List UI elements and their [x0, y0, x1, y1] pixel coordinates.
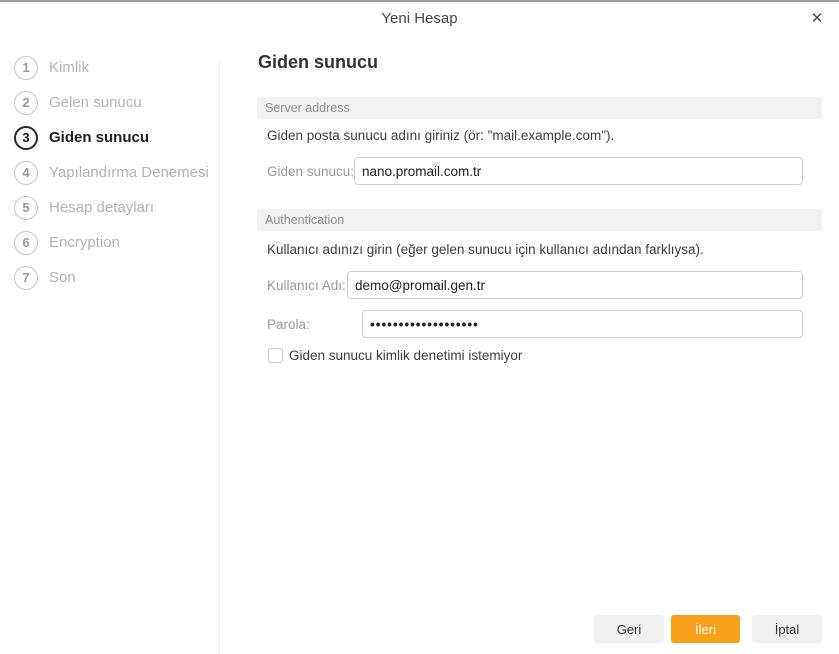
- sidebar-divider: [219, 60, 220, 654]
- username-input[interactable]: [347, 271, 803, 299]
- next-button[interactable]: İleri: [671, 615, 740, 643]
- no-auth-checkbox[interactable]: [268, 348, 283, 363]
- step-item-3: 3 Giden sunucu: [0, 120, 220, 155]
- window-title: Yeni Hesap: [381, 10, 458, 27]
- cancel-button[interactable]: İptal: [752, 615, 822, 643]
- authentication-description: Kullanıcı adınızı girin (eğer gelen sunu…: [267, 242, 704, 257]
- step-label: Yapılandırma Denemesi: [49, 164, 209, 181]
- step-label: Giden sunucu: [49, 129, 150, 146]
- outgoing-server-label: Giden sunucu:: [267, 164, 355, 179]
- password-label: Parola:: [267, 317, 310, 332]
- step-label: Son: [49, 269, 76, 286]
- no-auth-checkbox-row[interactable]: Giden sunucu kimlik denetimi istemiyor: [268, 348, 522, 363]
- wizard-steps: 1 Kimlik 2 Gelen sunucu 3 Giden sunucu 4 Yapıla…: [0, 50, 220, 295]
- step-number-circle: 1: [14, 55, 38, 80]
- server-address-description: Giden posta sunucu adını giriniz (ör: "m…: [267, 128, 615, 143]
- step-item-4: 4 Yapılandırma Denemesi: [0, 155, 220, 190]
- no-auth-checkbox-label: Giden sunucu kimlik denetimi istemiyor: [289, 348, 523, 363]
- step-number-circle: 3: [14, 125, 38, 150]
- step-number-circle: 7: [14, 265, 38, 290]
- step-label: Encryption: [49, 234, 120, 251]
- back-button[interactable]: Geri: [594, 615, 664, 643]
- section-header-authentication: Authentication: [257, 209, 822, 231]
- outgoing-server-input[interactable]: [354, 157, 803, 185]
- step-item-7: 7 Son: [0, 260, 220, 295]
- password-input[interactable]: [362, 310, 803, 338]
- step-item-6: 6 Encryption: [0, 225, 220, 260]
- step-item-5: 5 Hesap detayları: [0, 190, 220, 225]
- step-number-circle: 5: [14, 195, 38, 220]
- step-label: Kimlik: [49, 59, 89, 76]
- page-title: Giden sunucu: [258, 52, 379, 72]
- username-label: Kullanıcı Adı:: [267, 278, 346, 293]
- step-number-circle: 4: [14, 160, 38, 185]
- step-label: Hesap detayları: [49, 199, 155, 216]
- step-number-circle: 2: [14, 90, 38, 115]
- step-label: Gelen sunucu: [49, 94, 142, 111]
- titlebar: Yeni Hesap ✕: [0, 2, 839, 36]
- step-item-2: 2 Gelen sunucu: [0, 85, 220, 120]
- section-header-server-address: Server address: [257, 97, 822, 119]
- close-icon[interactable]: ✕: [806, 8, 828, 30]
- step-item-1: 1 Kimlik: [0, 50, 220, 85]
- main-panel: Giden sunucu Server address Giden posta …: [257, 36, 822, 596]
- step-number-circle: 6: [14, 230, 38, 255]
